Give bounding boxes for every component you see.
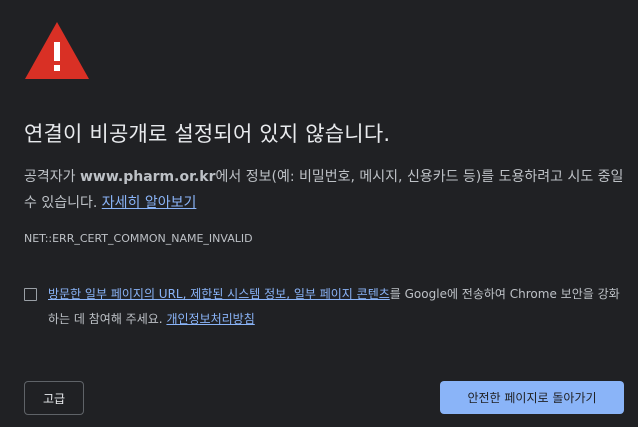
advanced-button[interactable]: 고급 bbox=[24, 381, 84, 415]
warning-triangle-icon bbox=[24, 21, 90, 80]
learn-more-link[interactable]: 자세히 알아보기 bbox=[102, 195, 197, 211]
error-code: NET::ERR_CERT_COMMON_NAME_INVALID bbox=[24, 232, 253, 245]
consent-data-link[interactable]: 방문한 일부 페이지의 URL, 제한된 시스템 정보, 일부 페이지 콘텐츠 bbox=[48, 287, 390, 301]
privacy-policy-link[interactable]: 개인정보처리방침 bbox=[166, 312, 254, 326]
warning-description: 공격자가 www.pharm.or.kr에서 정보(예: 비밀번호, 메시지, … bbox=[24, 164, 624, 216]
consent-text: 방문한 일부 페이지의 URL, 제한된 시스템 정보, 일부 페이지 콘텐츠를… bbox=[48, 282, 628, 332]
page-title: 연결이 비공개로 설정되어 있지 않습니다. bbox=[24, 122, 391, 146]
interstitial-page: 연결이 비공개로 설정되어 있지 않습니다. 공격자가 www.pharm.or… bbox=[0, 0, 638, 427]
description-prefix: 공격자가 bbox=[24, 169, 80, 185]
back-to-safety-button[interactable]: 안전한 페이지로 돌아가기 bbox=[440, 381, 624, 414]
consent-checkbox[interactable] bbox=[24, 288, 37, 301]
site-domain: www.pharm.or.kr bbox=[79, 169, 216, 185]
